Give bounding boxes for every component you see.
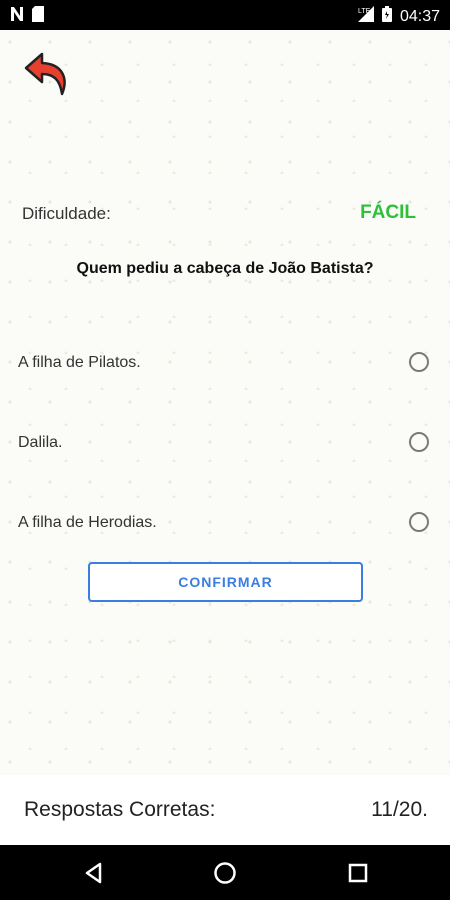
back-arrow-icon (24, 52, 66, 96)
recents-nav-button[interactable] (346, 861, 370, 885)
n-notification-icon (10, 6, 24, 27)
circle-home-icon (214, 862, 236, 884)
answer-option-1[interactable]: A filha de Pilatos. (0, 340, 450, 390)
back-button[interactable] (22, 50, 72, 100)
confirm-button[interactable]: CONFIRMAR (88, 562, 363, 602)
score-label: Respostas Corretas: (24, 798, 216, 821)
answer-option-2[interactable]: Dalila. (0, 420, 450, 470)
lte-signal-icon: LTE (357, 6, 374, 27)
status-bar: LTE 04:37 (0, 0, 450, 30)
square-recents-icon (348, 863, 368, 883)
radio-button[interactable] (409, 352, 429, 372)
answer-option-label: A filha de Herodias. (18, 514, 157, 531)
score-value: 11/20. (371, 798, 428, 821)
score-bar: Respostas Corretas: 11/20. (0, 775, 450, 845)
navigation-bar (0, 845, 450, 900)
question-text: Quem pediu a cabeça de João Batista? (76, 260, 374, 277)
answer-option-3[interactable]: A filha de Herodias. (0, 500, 450, 550)
difficulty-value: FÁCIL (360, 202, 416, 223)
difficulty-label: Dificuldade: (22, 204, 111, 223)
svg-text:LTE: LTE (358, 8, 371, 15)
status-time: 04:37 (399, 7, 440, 25)
triangle-back-icon (85, 862, 102, 884)
radio-button[interactable] (409, 512, 429, 532)
answer-option-label: A filha de Pilatos. (18, 354, 141, 371)
quiz-content: Dificuldade: FÁCIL Quem pediu a cabeça d… (0, 30, 450, 775)
radio-button[interactable] (409, 432, 429, 452)
answer-option-label: Dalila. (18, 434, 63, 451)
home-nav-button[interactable] (213, 861, 237, 885)
sd-card-icon (32, 6, 44, 27)
back-nav-button[interactable] (82, 861, 106, 885)
battery-icon (381, 6, 392, 27)
